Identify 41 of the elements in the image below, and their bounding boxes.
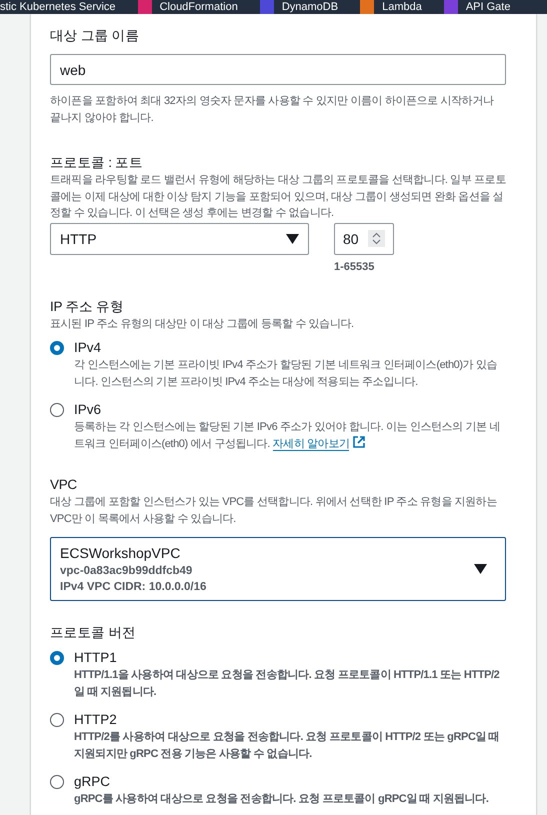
- field-description: 트래픽을 라우팅할 로드 밸런서 유형에 해당하는 대상 그룹의 프로토콜을 선택합니다. 일부 프로토콜에는 이제 대상에 대한 이상 탐지 기능을 포함되어 있으며, 대상 그룹이 생성되면 완화 옵션을 설정할 수 있습니다. 이 선택은 생성 후에는 변경할 수 없습니다.: [50, 173, 506, 221]
- external-link-icon: [353, 436, 366, 448]
- radio-button[interactable]: [50, 712, 64, 726]
- vpc-dropdown[interactable]: ECSWorkshopVPC vpc-0a83ac9b99ddfcb49 IPv4 VPC CIDR: 10.0.0.0/16: [50, 537, 506, 601]
- radio-button[interactable]: [50, 340, 64, 354]
- field-description: 대상 그룹에 포함할 인스턴스가 있는 VPC를 선택합니다. 위에서 선택한 IP 주소 유형을 지원하는 VPC만 이 목록에서 사용할 수 있습니다.: [50, 495, 498, 526]
- option-label: IPv6: [74, 401, 102, 419]
- field-hint: 하이픈을 포함하여 최대 32자의 영숫자 문자를 사용할 수 있지만 이름이 하이픈으로 시작하거나 끝나지 않아야 합니다.: [50, 94, 495, 126]
- spinner-icon[interactable]: [368, 230, 385, 247]
- option-description: gRPC를 사용하여 대상으로 요청을 전송합니다. 요청 프로토콜이 gRPC일 때 지원됩니다.: [74, 792, 490, 807]
- protocol-dropdown[interactable]: HTTP: [50, 222, 309, 254]
- option-description: HTTP/2를 사용하여 대상으로 요청을 전송합니다. 요청 프로토콜이 HTTP/2 또는 gRPC일 때 지원되지만 gRPC 전용 기능은 사용할 수 없습니다.: [74, 730, 500, 762]
- learn-more-link[interactable]: 자세히 알아보기: [272, 438, 350, 451]
- name-input-field[interactable]: web: [50, 54, 506, 85]
- option-description: 등록하는 각 인스턴스에는 할당된 기본 IPv6 주소가 있어야 합니다. 이는 인스턴스의 기본 네트워크 인터페이스(eth0) 에서 구성됩니다. 자세히 알아보기: [74, 420, 501, 453]
- port-input-field[interactable]: 80: [334, 222, 394, 254]
- caret-icon: [474, 564, 487, 574]
- option-label: HTTP2: [74, 711, 118, 729]
- option-label: IPv4: [74, 339, 102, 357]
- option-label: HTTP1: [74, 649, 118, 667]
- field-label: 프로토콜 버전: [50, 624, 137, 642]
- field-label: VPC: [50, 476, 78, 494]
- service-shortcut[interactable]: CloudFormation: [160, 0, 238, 14]
- radio-button[interactable]: [50, 774, 64, 788]
- service-shortcut[interactable]: DynamoDB: [282, 0, 338, 14]
- radio-button[interactable]: [50, 402, 64, 416]
- service-shortcut[interactable]: API Gate: [466, 0, 510, 14]
- service-shortcut[interactable]: Lambda: [382, 0, 422, 14]
- option-description: 각 인스턴스에는 기본 프라이빗 IPv4 주소가 할당된 기본 네트워크 인터페이스(eth0)가 있습니다. 인스턴스의 기본 프라이빗 IPv4 주소는 대상에 적용되는 주소입니다.: [74, 358, 498, 390]
- option-description: HTTP/1.1을 사용하여 대상으로 요청을 전송합니다. 요청 프로토콜이 HTTP/1.1 또는 HTTP/2일 때 지원됩니다.: [74, 668, 500, 700]
- option-label: gRPC: [74, 773, 112, 791]
- service-icon[interactable]: [360, 0, 374, 14]
- radio-button[interactable]: [50, 650, 64, 664]
- port-range-hint: 1-65535: [334, 260, 376, 272]
- field-description: 표시된 IP 주소 유형의 대상만 이 대상 그룹에 등록할 수 있습니다.: [50, 316, 355, 332]
- service-icon[interactable]: [138, 0, 152, 14]
- field-label: 대상 그룹 이름: [50, 27, 140, 45]
- field-label: IP 주소 유형: [50, 298, 125, 316]
- service-shortcut[interactable]: stic Kubernetes Service: [0, 0, 116, 14]
- field-label: 프로토콜 : 포트: [50, 154, 144, 172]
- caret-icon: [286, 234, 299, 244]
